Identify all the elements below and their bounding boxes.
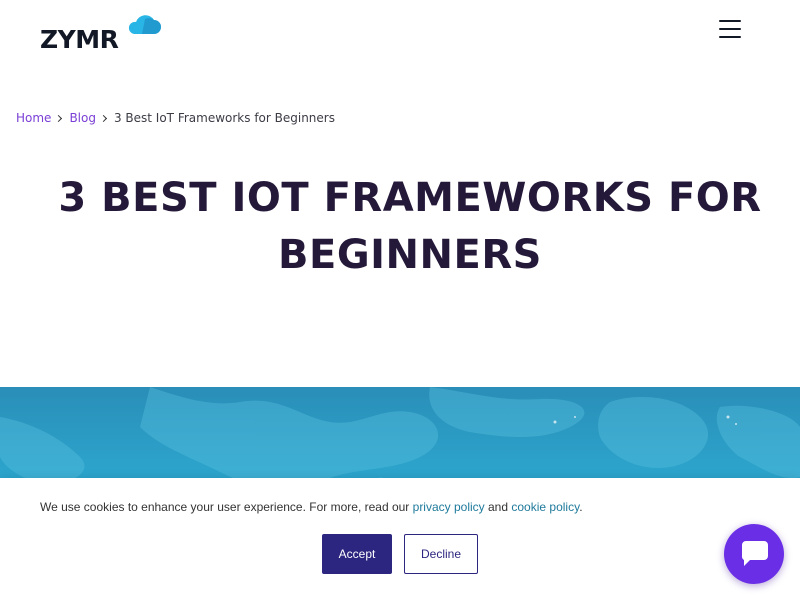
breadcrumb-current: 3 Best IoT Frameworks for Beginners xyxy=(113,111,335,125)
menu-bar-middle xyxy=(719,28,741,30)
cookie-text-after: . xyxy=(579,500,583,514)
chevron-right-icon xyxy=(99,114,108,122)
chevron-right-icon xyxy=(55,114,63,122)
cookie-text-middle: and xyxy=(484,500,512,514)
logo-text: ZYMR xyxy=(40,25,119,54)
chat-bubble-icon xyxy=(741,541,768,566)
chat-widget-button[interactable] xyxy=(724,524,784,584)
cloud-icon xyxy=(128,15,161,34)
page-title: 3 BEST IOT FRAMEWORKS FOR BEGINNERS xyxy=(20,170,800,284)
menu-bar-bottom xyxy=(719,36,741,38)
page-title-line1: 3 BEST IOT FRAMEWORKS FOR xyxy=(58,175,762,221)
cookie-banner: We use cookies to enhance your user expe… xyxy=(0,478,800,600)
cookie-text-before: We use cookies to enhance your user expe… xyxy=(40,500,413,514)
breadcrumb-blog[interactable]: Blog xyxy=(69,111,96,125)
decline-button[interactable]: Decline xyxy=(404,534,478,574)
accept-button[interactable]: Accept xyxy=(322,534,392,574)
breadcrumb: Home Blog 3 Best IoT Frameworks for Begi… xyxy=(16,110,335,126)
privacy-policy-link[interactable]: privacy policy xyxy=(413,500,485,514)
menu-bar-top xyxy=(719,20,741,22)
cookie-policy-link[interactable]: cookie policy xyxy=(511,500,579,514)
page-title-line2: BEGINNERS xyxy=(278,232,542,278)
hamburger-menu-icon[interactable] xyxy=(716,18,744,42)
site-header: ZYMR xyxy=(0,0,800,70)
zymr-logo[interactable]: ZYMR xyxy=(40,14,161,54)
cookie-message: We use cookies to enhance your user expe… xyxy=(40,500,583,514)
breadcrumb-home[interactable]: Home xyxy=(16,111,51,125)
